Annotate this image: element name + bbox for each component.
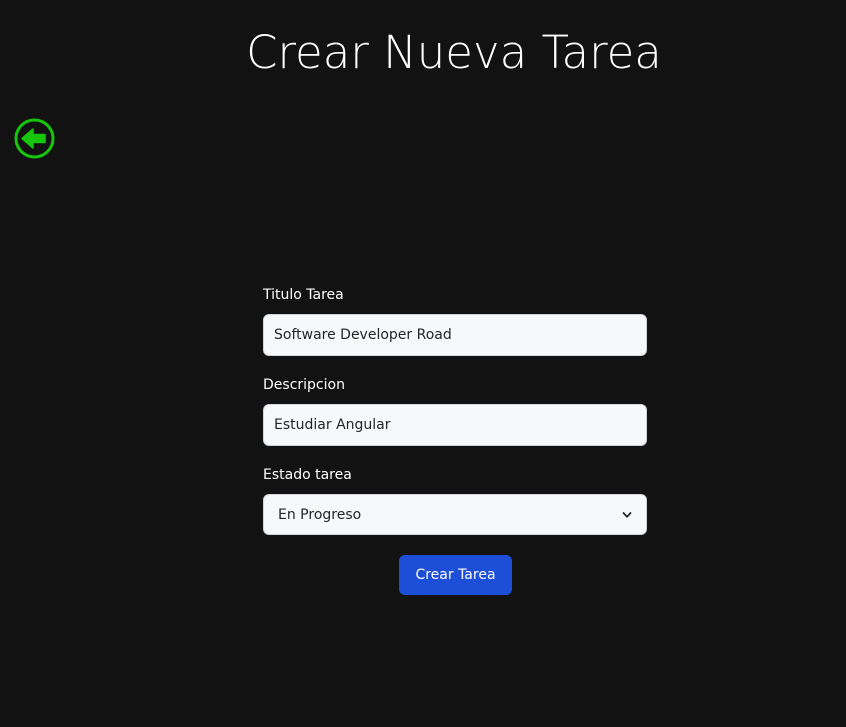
arrow-left-circle-icon bbox=[14, 118, 55, 159]
page-title: Crear Nueva Tarea bbox=[246, 26, 662, 79]
title-field-group: Titulo Tarea bbox=[263, 286, 647, 356]
description-field-group: Descripcion bbox=[263, 376, 647, 446]
create-task-form: Titulo Tarea Descripcion Estado tarea En… bbox=[263, 286, 647, 595]
chevron-down-icon bbox=[622, 511, 632, 518]
description-input[interactable] bbox=[263, 404, 647, 446]
back-button[interactable] bbox=[14, 118, 56, 160]
submit-row: Crear Tarea bbox=[263, 555, 647, 595]
status-select[interactable]: En Progreso bbox=[263, 494, 647, 535]
title-label: Titulo Tarea bbox=[263, 287, 344, 303]
title-input[interactable] bbox=[263, 314, 647, 356]
create-task-button[interactable]: Crear Tarea bbox=[399, 555, 512, 595]
status-label: Estado tarea bbox=[263, 467, 352, 483]
description-label: Descripcion bbox=[263, 377, 345, 393]
status-field-group: Estado tarea En Progreso bbox=[263, 466, 647, 535]
status-select-value: En Progreso bbox=[278, 506, 362, 523]
